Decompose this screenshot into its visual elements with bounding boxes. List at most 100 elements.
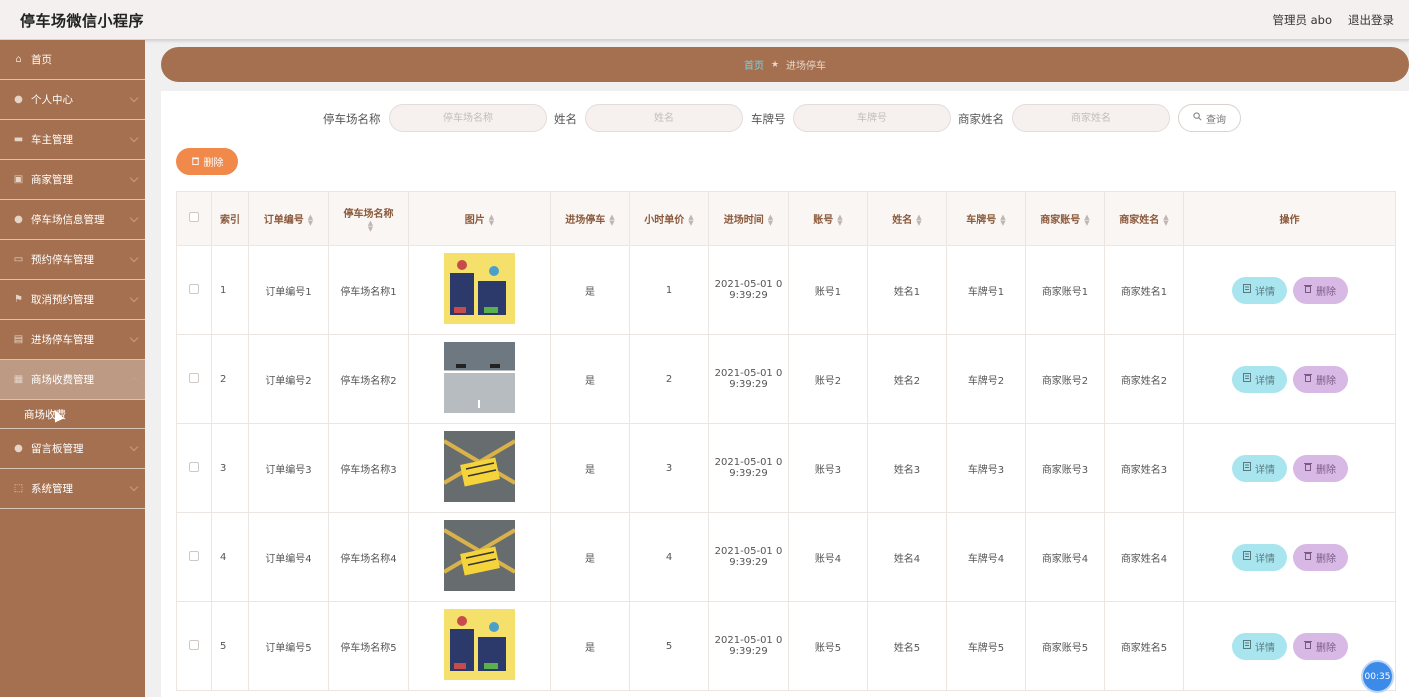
cell-value: 账号3: [814, 464, 842, 476]
sort-icon[interactable]: ▲ ▼: [368, 220, 373, 233]
cell-value: 停车场名称3: [340, 464, 397, 476]
table-cell: 商家账号2: [1025, 334, 1105, 424]
query-button[interactable]: 查询: [1178, 104, 1241, 132]
cell-value: 账号1: [814, 286, 842, 298]
sidebar-item-5[interactable]: ▭ 预约停车管理: [0, 240, 145, 280]
table-cell: 停车场名称1: [328, 245, 409, 335]
row-checkbox[interactable]: [189, 550, 199, 561]
detail-button[interactable]: 详情: [1231, 632, 1287, 660]
actions-cell: 详情 删除: [1183, 334, 1396, 424]
row-checkbox[interactable]: [189, 639, 199, 650]
table-cell: 车牌号1: [946, 245, 1026, 335]
sort-icon[interactable]: ▲ ▼: [1084, 214, 1089, 227]
app-title: 停车场微信小程序: [20, 12, 145, 30]
name-input[interactable]: [585, 104, 743, 132]
sort-icon[interactable]: ▲ ▼: [688, 214, 693, 227]
ticket-icon: ▭: [13, 254, 24, 265]
entry-time-line1: 2021-05-01 0: [714, 457, 783, 468]
chevron-down-icon: [129, 442, 139, 452]
entry-time-line1: 2021-05-01 0: [714, 546, 783, 557]
column-header[interactable]: 小时单价 ▲ ▼: [629, 191, 709, 246]
column-header[interactable]: 姓名 ▲ ▼: [867, 191, 947, 246]
entry-time-line2: 9:39:29: [729, 468, 768, 479]
sort-icon[interactable]: ▲ ▼: [308, 214, 313, 227]
table-cell: 商家账号5: [1025, 601, 1105, 691]
column-header[interactable]: 账号 ▲ ▼: [788, 191, 868, 246]
merchant-name-input[interactable]: [1012, 104, 1170, 132]
sidebar-item-4[interactable]: ● 停车场信息管理: [0, 200, 145, 240]
column-header-label: 商家姓名: [1119, 215, 1160, 226]
logout-link[interactable]: 退出登录: [1348, 12, 1394, 28]
detail-label: 详情: [1255, 642, 1275, 654]
chevron-down-icon: [129, 253, 139, 263]
detail-button[interactable]: 详情: [1231, 454, 1287, 482]
row-checkbox[interactable]: [189, 372, 199, 383]
cell-value: 商家账号1: [1041, 286, 1089, 298]
column-header[interactable]: 停车场名称 ▲ ▼: [328, 191, 409, 246]
table-cell: 账号5: [788, 601, 868, 691]
sidebar-item-9[interactable]: ● 留言板管理: [0, 429, 145, 469]
sidebar-item-10[interactable]: ⬚ 系统管理: [0, 469, 145, 509]
detail-button[interactable]: 详情: [1231, 365, 1287, 393]
table-row: 2 订单编号2 停车场名称2 是 2 2021-05-01 0 9:39:29 账号2 姓名2 车…: [176, 334, 1396, 424]
sidebar-item-0[interactable]: ⌂ 首页: [0, 40, 145, 80]
sidebar-item-3[interactable]: ▣ 商家管理: [0, 160, 145, 200]
column-header-label: 账号: [813, 215, 834, 226]
batch-delete-button[interactable]: 删除: [176, 148, 238, 175]
orders-table: 索引 订单编号 ▲ ▼ 停车场名称 ▲ ▼ 图片 ▲ ▼ 进场停车 ▲ ▼ 小时单价 ▲ ▼ 进场时间 ▲ ▼ 账号 ▲…: [176, 191, 1396, 691]
plate-label: 车牌号: [751, 112, 786, 126]
user-icon: ●: [14, 94, 23, 105]
sidebar-item-1[interactable]: ● 个人中心: [0, 80, 145, 120]
row-checkbox[interactable]: [189, 283, 199, 294]
cell-value: 是: [585, 464, 595, 476]
column-header[interactable]: 车牌号 ▲ ▼: [946, 191, 1026, 246]
sort-icon[interactable]: ▲ ▼: [768, 214, 773, 227]
column-header[interactable]: 订单编号 ▲ ▼: [248, 191, 329, 246]
column-header[interactable]: 图片 ▲ ▼: [408, 191, 551, 246]
delete-button[interactable]: 删除: [1292, 632, 1348, 660]
sort-icon[interactable]: ▲ ▼: [1163, 214, 1168, 227]
entry-time-cell: 2021-05-01 0 9:39:29: [708, 334, 789, 424]
cell-value: 车牌号5: [967, 642, 1005, 654]
delete-button[interactable]: 删除: [1292, 543, 1348, 571]
sort-icon[interactable]: ▲ ▼: [916, 214, 921, 227]
sidebar-item-6[interactable]: ⚑ 取消预约管理: [0, 280, 145, 320]
sidebar-subitem-mall-charge[interactable]: 商场收费: [0, 400, 145, 429]
sidebar-item-7[interactable]: ▤ 进场停车管理: [0, 320, 145, 360]
sort-icon[interactable]: ▲ ▼: [489, 214, 494, 227]
sidebar-item-2[interactable]: ▬ 车主管理: [0, 120, 145, 160]
entry-time-cell: 2021-05-01 0 9:39:29: [708, 601, 789, 691]
delete-button[interactable]: 删除: [1292, 365, 1348, 393]
column-header[interactable]: 进场时间 ▲ ▼: [708, 191, 789, 246]
timer-badge[interactable]: 00:35: [1361, 660, 1394, 693]
trash-icon: [191, 156, 200, 168]
actions-cell: 详情 删除: [1183, 423, 1396, 513]
sort-icon[interactable]: ▲ ▼: [609, 214, 614, 227]
delete-button[interactable]: 删除: [1292, 276, 1348, 304]
home-icon: ⌂: [15, 54, 22, 65]
cell-value: 3: [220, 462, 227, 474]
row-checkbox[interactable]: [189, 461, 199, 472]
cell-value: 车牌号1: [967, 286, 1005, 298]
sidebar-item-8[interactable]: ▦ 商场收费管理: [0, 360, 145, 400]
breadcrumb-home[interactable]: 首页: [744, 57, 764, 72]
sort-icon[interactable]: ▲ ▼: [837, 214, 842, 227]
select-all-checkbox[interactable]: [189, 212, 199, 222]
table-row: 4 订单编号4 停车场名称4 是 4 2021-05-01 0 9:39:29 账号4 姓名4 车…: [176, 512, 1396, 602]
column-header: 索引: [211, 191, 249, 246]
column-header[interactable]: 商家姓名 ▲ ▼: [1104, 191, 1184, 246]
plate-input[interactable]: [793, 104, 951, 132]
cell-value: 停车场名称1: [340, 286, 397, 298]
column-header[interactable]: 进场停车 ▲ ▼: [550, 191, 630, 246]
table-cell: 订单编号3: [248, 423, 329, 513]
sort-icon[interactable]: ▲ ▼: [1000, 214, 1005, 227]
delete-button[interactable]: 删除: [1292, 454, 1348, 482]
detail-button[interactable]: 详情: [1231, 543, 1287, 571]
thumbnail-cell: [408, 423, 551, 513]
lot-name-input[interactable]: [389, 104, 547, 132]
cell-value: 商家姓名4: [1120, 553, 1168, 565]
trash-icon: [1304, 373, 1312, 385]
detail-button[interactable]: 详情: [1231, 276, 1287, 304]
column-header[interactable]: 商家账号 ▲ ▼: [1025, 191, 1105, 246]
sidebar: ⌂ 首页 ● 个人中心 ▬ 车主管理 ▣ 商家管理 ● 停车场信息管理 ▭ 预约停车管理 ⚑ 取消预约管理…: [0, 40, 145, 697]
